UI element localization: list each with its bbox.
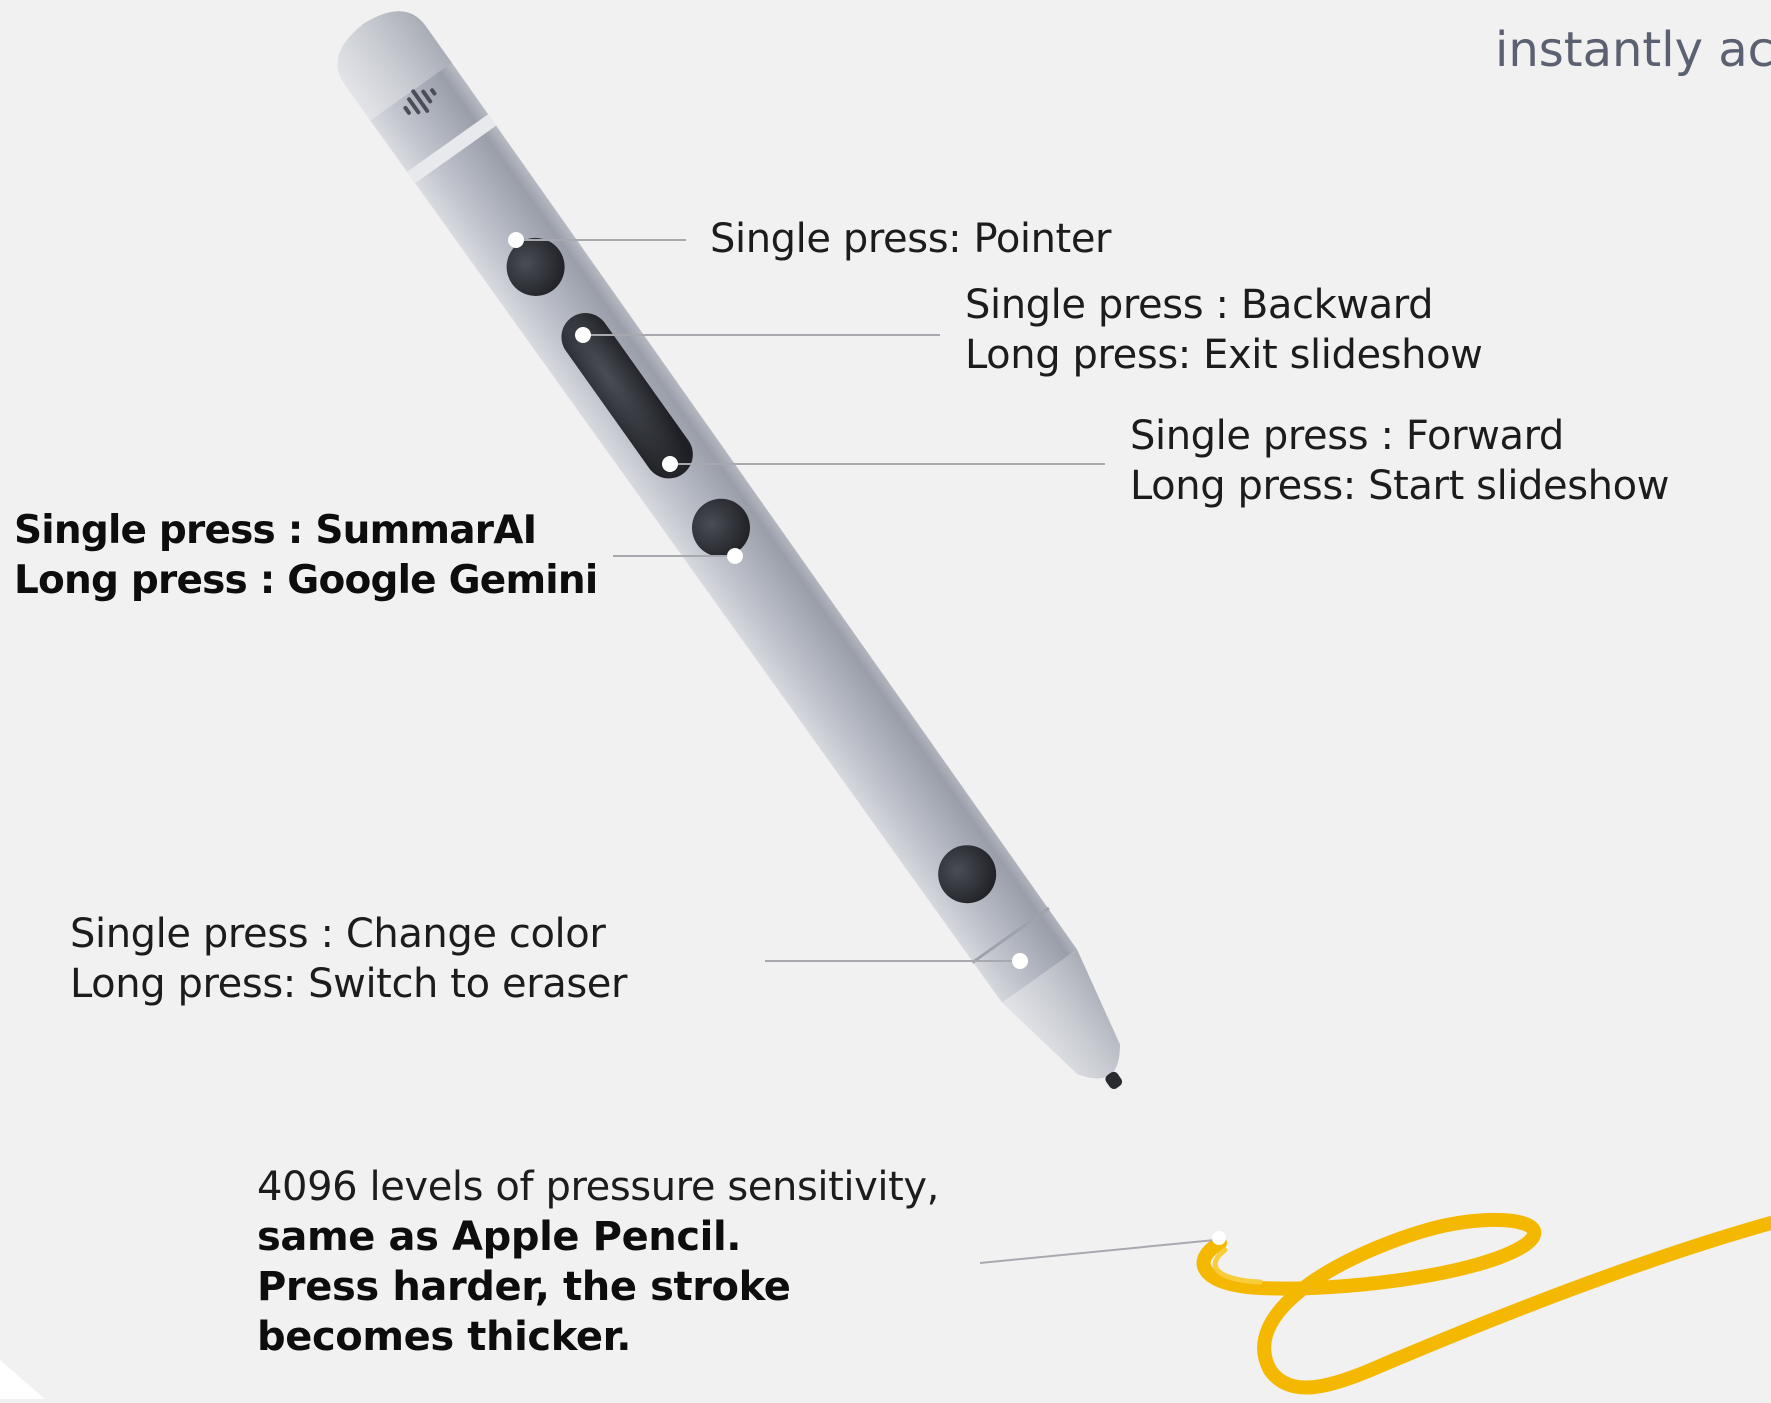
color-dot [1012,953,1028,969]
callout-pressure-line2: same as Apple Pencil. [257,1214,742,1260]
pointer-dot [508,232,524,248]
callout-pressure-line1: 4096 levels of pressure sensitivity, [257,1164,939,1210]
callout-backward: Single press : Backward Long press: Exit… [965,280,1483,380]
callout-backward-line1: Single press : Backward [965,282,1434,328]
forward-dot [662,456,678,472]
corner-shape [0,1360,45,1399]
ink-stroke [1196,1212,1771,1395]
backward-dot [575,327,591,343]
callout-color: Single press : Change color Long press: … [70,909,627,1009]
callout-pressure-line4: becomes thicker. [257,1314,631,1360]
summarai-dot [727,548,743,564]
callout-pointer-line1: Single press: Pointer [710,216,1112,262]
callout-forward-line1: Single press : Forward [1130,413,1564,459]
callout-color-line2: Long press: Switch to eraser [70,961,628,1007]
callout-summarai-line2: Long press : Google Gemini [14,558,598,603]
nib-dot [1212,1231,1226,1245]
callout-summarai: Single press : SummarAI Long press : Goo… [14,506,598,606]
callout-forward: Single press : Forward Long press: Start… [1130,411,1669,511]
callout-backward-line2: Long press: Exit slideshow [965,332,1483,378]
callout-pointer: Single press: Pointer [710,214,1111,264]
callout-color-line1: Single press : Change color [70,911,606,957]
callout-pressure-line3: Press harder, the stroke [257,1264,791,1310]
header-partial-text: instantly ac [1495,22,1771,78]
callout-pressure: 4096 levels of pressure sensitivity, sam… [257,1162,939,1362]
pressure-leader [979,1239,1216,1264]
callout-forward-line2: Long press: Start slideshow [1130,463,1670,509]
callout-summarai-line1: Single press : SummarAI [14,508,537,553]
